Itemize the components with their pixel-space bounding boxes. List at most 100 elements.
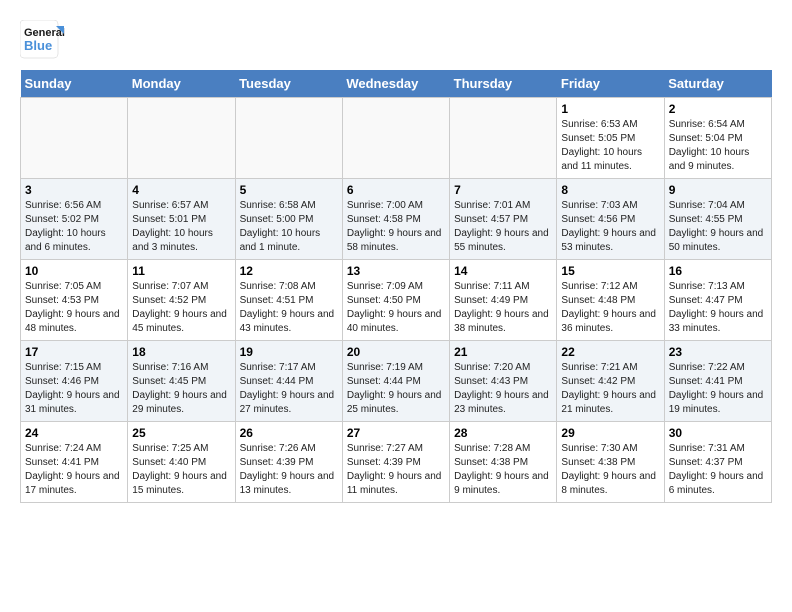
weekday-friday: Friday — [557, 70, 664, 98]
day-number: 22 — [561, 345, 659, 359]
calendar-cell-w2-d7: 9 Sunrise: 7:04 AM Sunset: 4:55 PM Daylig… — [664, 179, 771, 260]
calendar-cell-w2-d5: 7Sunrise: 7:01 AM Sunset: 4:57 PM Daylig… — [450, 179, 557, 260]
day-number: 27 — [347, 426, 445, 440]
week-row-2: 3 Sunrise: 6:56 AM Sunset: 5:02 PM Daylig… — [21, 179, 772, 260]
calendar-cell-w1-d1 — [21, 98, 128, 179]
calendar-cell-w2-d3: 5 Sunrise: 6:58 AM Sunset: 5:00 PM Daylig… — [235, 179, 342, 260]
day-info: Sunrise: 7:25 AM Sunset: 4:40 PM Dayligh… — [132, 442, 230, 498]
day-info: Sunrise: 7:00 AM Sunset: 4:58 PM Dayligh… — [347, 199, 445, 255]
logo-svg: General Blue — [20, 20, 68, 60]
day-number: 19 — [240, 345, 338, 359]
day-info: Sunrise: 7:20 AM Sunset: 4:43 PM Dayligh… — [454, 361, 552, 417]
day-info: Sunrise: 7:30 AM Sunset: 4:38 PM Dayligh… — [561, 442, 659, 498]
day-info: Sunrise: 6:58 AM Sunset: 5:00 PM Dayligh… — [240, 199, 338, 255]
day-info: Sunrise: 7:13 AM Sunset: 4:47 PM Dayligh… — [669, 280, 767, 336]
day-number: 6 — [347, 183, 445, 197]
weekday-header-row: SundayMondayTuesdayWednesdayThursdayFrid… — [21, 70, 772, 98]
calendar-cell-w2-d4: 6 Sunrise: 7:00 AM Sunset: 4:58 PM Daylig… — [342, 179, 449, 260]
weekday-monday: Monday — [128, 70, 235, 98]
weekday-wednesday: Wednesday — [342, 70, 449, 98]
weekday-tuesday: Tuesday — [235, 70, 342, 98]
calendar-cell-w4-d5: 21 Sunrise: 7:20 AM Sunset: 4:43 PM Dayli… — [450, 341, 557, 422]
day-info: Sunrise: 7:15 AM Sunset: 4:46 PM Dayligh… — [25, 361, 123, 417]
calendar-cell-w3-d7: 16 Sunrise: 7:13 AM Sunset: 4:47 PM Dayli… — [664, 260, 771, 341]
calendar-cell-w5-d4: 27 Sunrise: 7:27 AM Sunset: 4:39 PM Dayli… — [342, 422, 449, 503]
day-number: 30 — [669, 426, 767, 440]
day-info: Sunrise: 7:19 AM Sunset: 4:44 PM Dayligh… — [347, 361, 445, 417]
day-number: 10 — [25, 264, 123, 278]
calendar-cell-w3-d3: 12 Sunrise: 7:08 AM Sunset: 4:51 PM Dayli… — [235, 260, 342, 341]
calendar-cell-w2-d2: 4 Sunrise: 6:57 AM Sunset: 5:01 PM Daylig… — [128, 179, 235, 260]
calendar-cell-w5-d7: 30 Sunrise: 7:31 AM Sunset: 4:37 PM Dayli… — [664, 422, 771, 503]
day-info: Sunrise: 7:11 AM Sunset: 4:49 PM Dayligh… — [454, 280, 552, 336]
day-number: 29 — [561, 426, 659, 440]
calendar-cell-w1-d5 — [450, 98, 557, 179]
day-number: 13 — [347, 264, 445, 278]
calendar-cell-w1-d4 — [342, 98, 449, 179]
day-info: Sunrise: 7:09 AM Sunset: 4:50 PM Dayligh… — [347, 280, 445, 336]
calendar-cell-w3-d5: 14 Sunrise: 7:11 AM Sunset: 4:49 PM Dayli… — [450, 260, 557, 341]
calendar-table: SundayMondayTuesdayWednesdayThursdayFrid… — [20, 70, 772, 503]
day-number: 23 — [669, 345, 767, 359]
day-number: 18 — [132, 345, 230, 359]
svg-text:Blue: Blue — [24, 38, 52, 53]
day-number: 4 — [132, 183, 230, 197]
day-number: 9 — [669, 183, 767, 197]
week-row-3: 10 Sunrise: 7:05 AM Sunset: 4:53 PM Dayli… — [21, 260, 772, 341]
calendar-cell-w2-d1: 3 Sunrise: 6:56 AM Sunset: 5:02 PM Daylig… — [21, 179, 128, 260]
day-number: 17 — [25, 345, 123, 359]
day-info: Sunrise: 7:16 AM Sunset: 4:45 PM Dayligh… — [132, 361, 230, 417]
day-number: 14 — [454, 264, 552, 278]
day-info: Sunrise: 7:22 AM Sunset: 4:41 PM Dayligh… — [669, 361, 767, 417]
calendar-cell-w4-d6: 22Sunrise: 7:21 AM Sunset: 4:42 PM Dayli… — [557, 341, 664, 422]
day-number: 24 — [25, 426, 123, 440]
day-number: 5 — [240, 183, 338, 197]
calendar-cell-w4-d2: 18 Sunrise: 7:16 AM Sunset: 4:45 PM Dayli… — [128, 341, 235, 422]
day-info: Sunrise: 7:05 AM Sunset: 4:53 PM Dayligh… — [25, 280, 123, 336]
calendar-cell-w2-d6: 8 Sunrise: 7:03 AM Sunset: 4:56 PM Daylig… — [557, 179, 664, 260]
day-info: Sunrise: 7:24 AM Sunset: 4:41 PM Dayligh… — [25, 442, 123, 498]
calendar-cell-w4-d7: 23 Sunrise: 7:22 AM Sunset: 4:41 PM Dayli… — [664, 341, 771, 422]
calendar-cell-w3-d6: 15Sunrise: 7:12 AM Sunset: 4:48 PM Dayli… — [557, 260, 664, 341]
day-info: Sunrise: 6:57 AM Sunset: 5:01 PM Dayligh… — [132, 199, 230, 255]
day-info: Sunrise: 6:56 AM Sunset: 5:02 PM Dayligh… — [25, 199, 123, 255]
day-info: Sunrise: 6:53 AM Sunset: 5:05 PM Dayligh… — [561, 118, 659, 174]
calendar-cell-w4-d1: 17 Sunrise: 7:15 AM Sunset: 4:46 PM Dayli… — [21, 341, 128, 422]
calendar-cell-w5-d1: 24 Sunrise: 7:24 AM Sunset: 4:41 PM Dayli… — [21, 422, 128, 503]
day-number: 2 — [669, 102, 767, 116]
day-info: Sunrise: 7:27 AM Sunset: 4:39 PM Dayligh… — [347, 442, 445, 498]
calendar-cell-w5-d3: 26Sunrise: 7:26 AM Sunset: 4:39 PM Dayli… — [235, 422, 342, 503]
day-info: Sunrise: 7:07 AM Sunset: 4:52 PM Dayligh… — [132, 280, 230, 336]
calendar-cell-w1-d2 — [128, 98, 235, 179]
calendar-cell-w3-d2: 11 Sunrise: 7:07 AM Sunset: 4:52 PM Dayli… — [128, 260, 235, 341]
day-info: Sunrise: 7:17 AM Sunset: 4:44 PM Dayligh… — [240, 361, 338, 417]
calendar-cell-w3-d4: 13 Sunrise: 7:09 AM Sunset: 4:50 PM Dayli… — [342, 260, 449, 341]
day-number: 1 — [561, 102, 659, 116]
calendar-cell-w1-d7: 2Sunrise: 6:54 AM Sunset: 5:04 PM Daylig… — [664, 98, 771, 179]
day-number: 3 — [25, 183, 123, 197]
day-info: Sunrise: 7:04 AM Sunset: 4:55 PM Dayligh… — [669, 199, 767, 255]
day-info: Sunrise: 7:26 AM Sunset: 4:39 PM Dayligh… — [240, 442, 338, 498]
week-row-5: 24 Sunrise: 7:24 AM Sunset: 4:41 PM Dayli… — [21, 422, 772, 503]
calendar-cell-w5-d5: 28Sunrise: 7:28 AM Sunset: 4:38 PM Dayli… — [450, 422, 557, 503]
day-number: 16 — [669, 264, 767, 278]
calendar-cell-w4-d3: 19 Sunrise: 7:17 AM Sunset: 4:44 PM Dayli… — [235, 341, 342, 422]
day-info: Sunrise: 7:01 AM Sunset: 4:57 PM Dayligh… — [454, 199, 552, 255]
calendar-cell-w3-d1: 10 Sunrise: 7:05 AM Sunset: 4:53 PM Dayli… — [21, 260, 128, 341]
day-number: 20 — [347, 345, 445, 359]
day-number: 15 — [561, 264, 659, 278]
day-number: 12 — [240, 264, 338, 278]
calendar-cell-w5-d6: 29 Sunrise: 7:30 AM Sunset: 4:38 PM Dayli… — [557, 422, 664, 503]
day-info: Sunrise: 7:28 AM Sunset: 4:38 PM Dayligh… — [454, 442, 552, 498]
week-row-1: 1 Sunrise: 6:53 AM Sunset: 5:05 PM Daylig… — [21, 98, 772, 179]
day-number: 21 — [454, 345, 552, 359]
calendar-cell-w1-d3 — [235, 98, 342, 179]
calendar-cell-w1-d6: 1 Sunrise: 6:53 AM Sunset: 5:05 PM Daylig… — [557, 98, 664, 179]
day-number: 11 — [132, 264, 230, 278]
weekday-thursday: Thursday — [450, 70, 557, 98]
day-number: 8 — [561, 183, 659, 197]
day-info: Sunrise: 7:08 AM Sunset: 4:51 PM Dayligh… — [240, 280, 338, 336]
logo: General Blue — [20, 20, 68, 60]
day-info: Sunrise: 7:31 AM Sunset: 4:37 PM Dayligh… — [669, 442, 767, 498]
day-info: Sunrise: 7:03 AM Sunset: 4:56 PM Dayligh… — [561, 199, 659, 255]
